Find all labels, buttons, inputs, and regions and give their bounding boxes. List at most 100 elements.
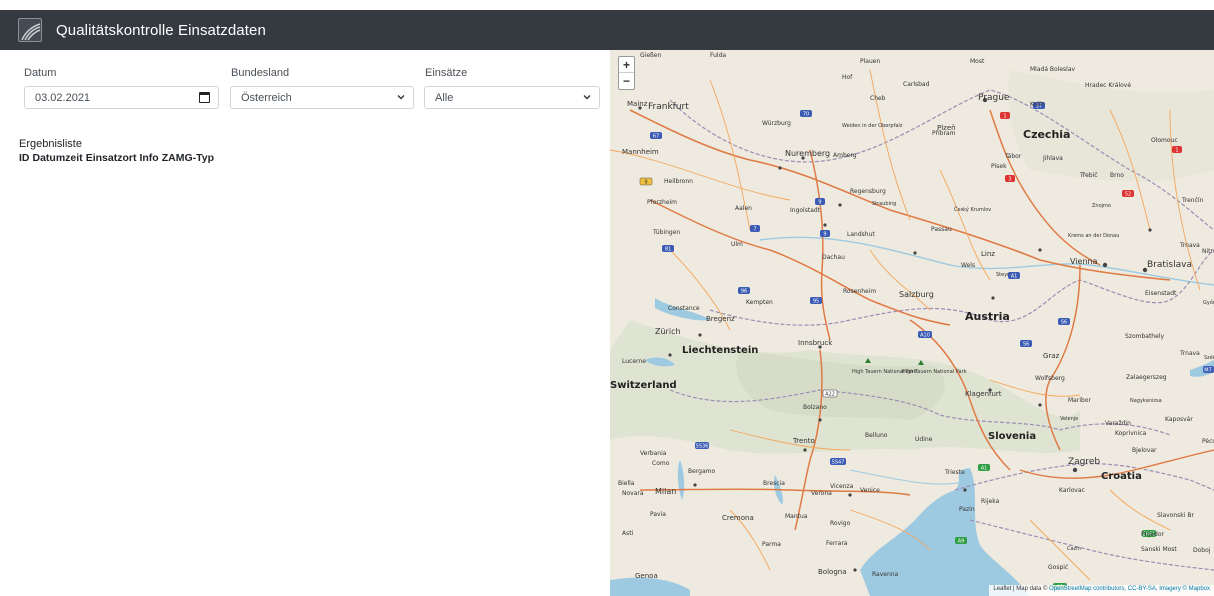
map-place-label: Heilbronn [664, 178, 693, 185]
svg-text:96: 96 [741, 289, 747, 295]
svg-text:7: 7 [753, 227, 756, 233]
svg-text:A9: A9 [958, 539, 965, 545]
map-place-label: Landshut [847, 231, 875, 238]
svg-text:A1: A1 [1011, 274, 1018, 280]
svg-text:81: 81 [665, 247, 671, 253]
map-place-label: Graz [1043, 352, 1060, 360]
app-logo-icon [18, 18, 42, 42]
svg-text:A10: A10 [920, 333, 930, 339]
map-place-label: Bratislava [1147, 260, 1192, 270]
map-place-label: Bjelovar [1132, 447, 1157, 454]
map-place-label: Koprivnica [1115, 430, 1147, 437]
attribution-osm-link[interactable]: OpenStreetMap contributors, [1049, 586, 1126, 592]
map-place-label: Pazin [959, 506, 975, 513]
column-zamg-typ: ZAMG-Typ [161, 152, 214, 164]
map-place-label: Straubing [872, 201, 897, 207]
map-place-label: Zalaegerszeg [1126, 374, 1167, 381]
map-place-label: Tábor [1005, 153, 1022, 160]
map[interactable]: 70 67 9 1 37 3 1 52 9 7 9 81 96 95 A1 S6… [610, 50, 1214, 596]
svg-text:A1: A1 [981, 466, 988, 472]
column-einsatzort: Einsatzort [85, 152, 137, 164]
map-place-label: Pécs [1202, 438, 1214, 445]
map-place-label: Zürich [655, 327, 681, 336]
map-place-label: Sanski Most [1141, 546, 1177, 553]
map-place-label: Bolzano [803, 404, 827, 411]
einsaetze-label: Einsätze [425, 67, 468, 79]
map-place-label: Český Krumlov [954, 207, 992, 213]
map-place-label: Trenčín [1182, 197, 1204, 204]
map-place-label: Maribor [1068, 397, 1091, 404]
map-attribution: Leaflet | Map data © OpenStreetMap contr… [989, 585, 1214, 596]
map-place-label: Austria [965, 310, 1010, 323]
map-place-label: Cremona [722, 514, 754, 522]
map-place-label: Příbram [932, 130, 956, 137]
map-place-label: Kolín [1030, 101, 1045, 108]
zoom-in-button[interactable]: + [619, 57, 634, 73]
map-place-label: Trnava [1180, 350, 1200, 357]
map-place-label: Varaždin [1105, 420, 1131, 427]
map-place-label: Dachau [822, 254, 845, 261]
svg-text:1: 1 [1003, 114, 1006, 120]
map-place-label: Zagreb [1068, 457, 1101, 467]
map-place-label: Krems an der Donau [1068, 233, 1120, 239]
map-place-label: Aalen [735, 205, 752, 212]
map-place-label: Udine [915, 436, 933, 443]
map-place-label: Mannheim [622, 148, 659, 156]
bundesland-select[interactable]: Österreich [230, 86, 414, 109]
map-place-label: Olomouc [1151, 137, 1178, 144]
map-place-label: Verbania [640, 450, 667, 457]
map-place-label: Győr [1203, 300, 1214, 306]
map-place-label: Asti [622, 530, 634, 537]
map-place-label: Rosenheim [843, 288, 877, 295]
svg-text:1: 1 [1175, 148, 1178, 154]
chevron-down-icon [397, 95, 405, 100]
map-place-label: Plauen [860, 58, 881, 65]
map-place-label: Amberg [833, 152, 857, 159]
map-place-label: Steyr [996, 272, 1010, 278]
map-place-label: Ferrara [826, 540, 848, 547]
svg-text:9: 9 [818, 200, 821, 206]
map-place-label: Nuremberg [785, 149, 831, 158]
bundesland-label: Bundesland [231, 67, 290, 79]
map-place-label: Salzburg [899, 290, 934, 299]
svg-text:S6: S6 [1061, 320, 1067, 326]
attribution-prefix: Leaflet | Map data © [993, 586, 1048, 592]
map-place-label: Cazin [1067, 546, 1081, 552]
map-place-label: Trieste [945, 469, 965, 476]
map-place-label: Mantua [785, 513, 808, 520]
map-place-label: Znojmo [1092, 203, 1111, 209]
map-place-label: Bergamo [688, 468, 716, 475]
map-place-label: Novara [622, 490, 644, 497]
map-place-label: Switzerland [610, 380, 677, 391]
map-place-label: Würzburg [762, 120, 791, 127]
map-place-label: Slovenia [988, 431, 1037, 442]
map-place-label: Brno [1110, 172, 1124, 179]
einsaetze-select[interactable]: Alle [424, 86, 600, 109]
results-title: Ergebnisliste [19, 138, 82, 150]
calendar-icon[interactable] [199, 92, 210, 103]
attribution-license-link[interactable]: CC-BY-SA, Imagery © Mapbox [1128, 586, 1210, 592]
map-place-label: High Tauern National Park [902, 369, 967, 375]
datum-input[interactable]: 03.02.2021 [24, 86, 219, 109]
svg-text:67: 67 [653, 134, 659, 140]
map-place-label: Constance [668, 305, 700, 312]
map-place-label: Bregenz [706, 315, 735, 323]
chevron-down-icon [583, 95, 591, 100]
svg-text:SS47: SS47 [832, 460, 845, 466]
map-place-label: Székesf [1204, 355, 1214, 361]
map-place-label: Prijedor [1141, 531, 1164, 538]
zoom-out-button[interactable]: − [619, 73, 634, 89]
map-place-label: Nitra [1202, 248, 1214, 255]
map-place-label: Třebíč [1080, 172, 1098, 179]
map-place-label: Eisenstadt [1145, 290, 1177, 297]
map-place-label: Cheb [870, 95, 886, 102]
map-place-label: Czechia [1023, 128, 1071, 141]
map-place-label: Passau [931, 226, 952, 233]
map-place-label: Pforzheim [647, 199, 678, 206]
map-place-label: Doboj [1193, 547, 1211, 554]
map-place-label: Liechtenstein [682, 345, 759, 356]
map-place-label: Verona [811, 490, 832, 497]
map-place-label: Ingolstadt [790, 207, 821, 214]
column-datumzeit: Datumzeit [32, 152, 83, 164]
map-place-label: Gospić [1048, 564, 1069, 571]
